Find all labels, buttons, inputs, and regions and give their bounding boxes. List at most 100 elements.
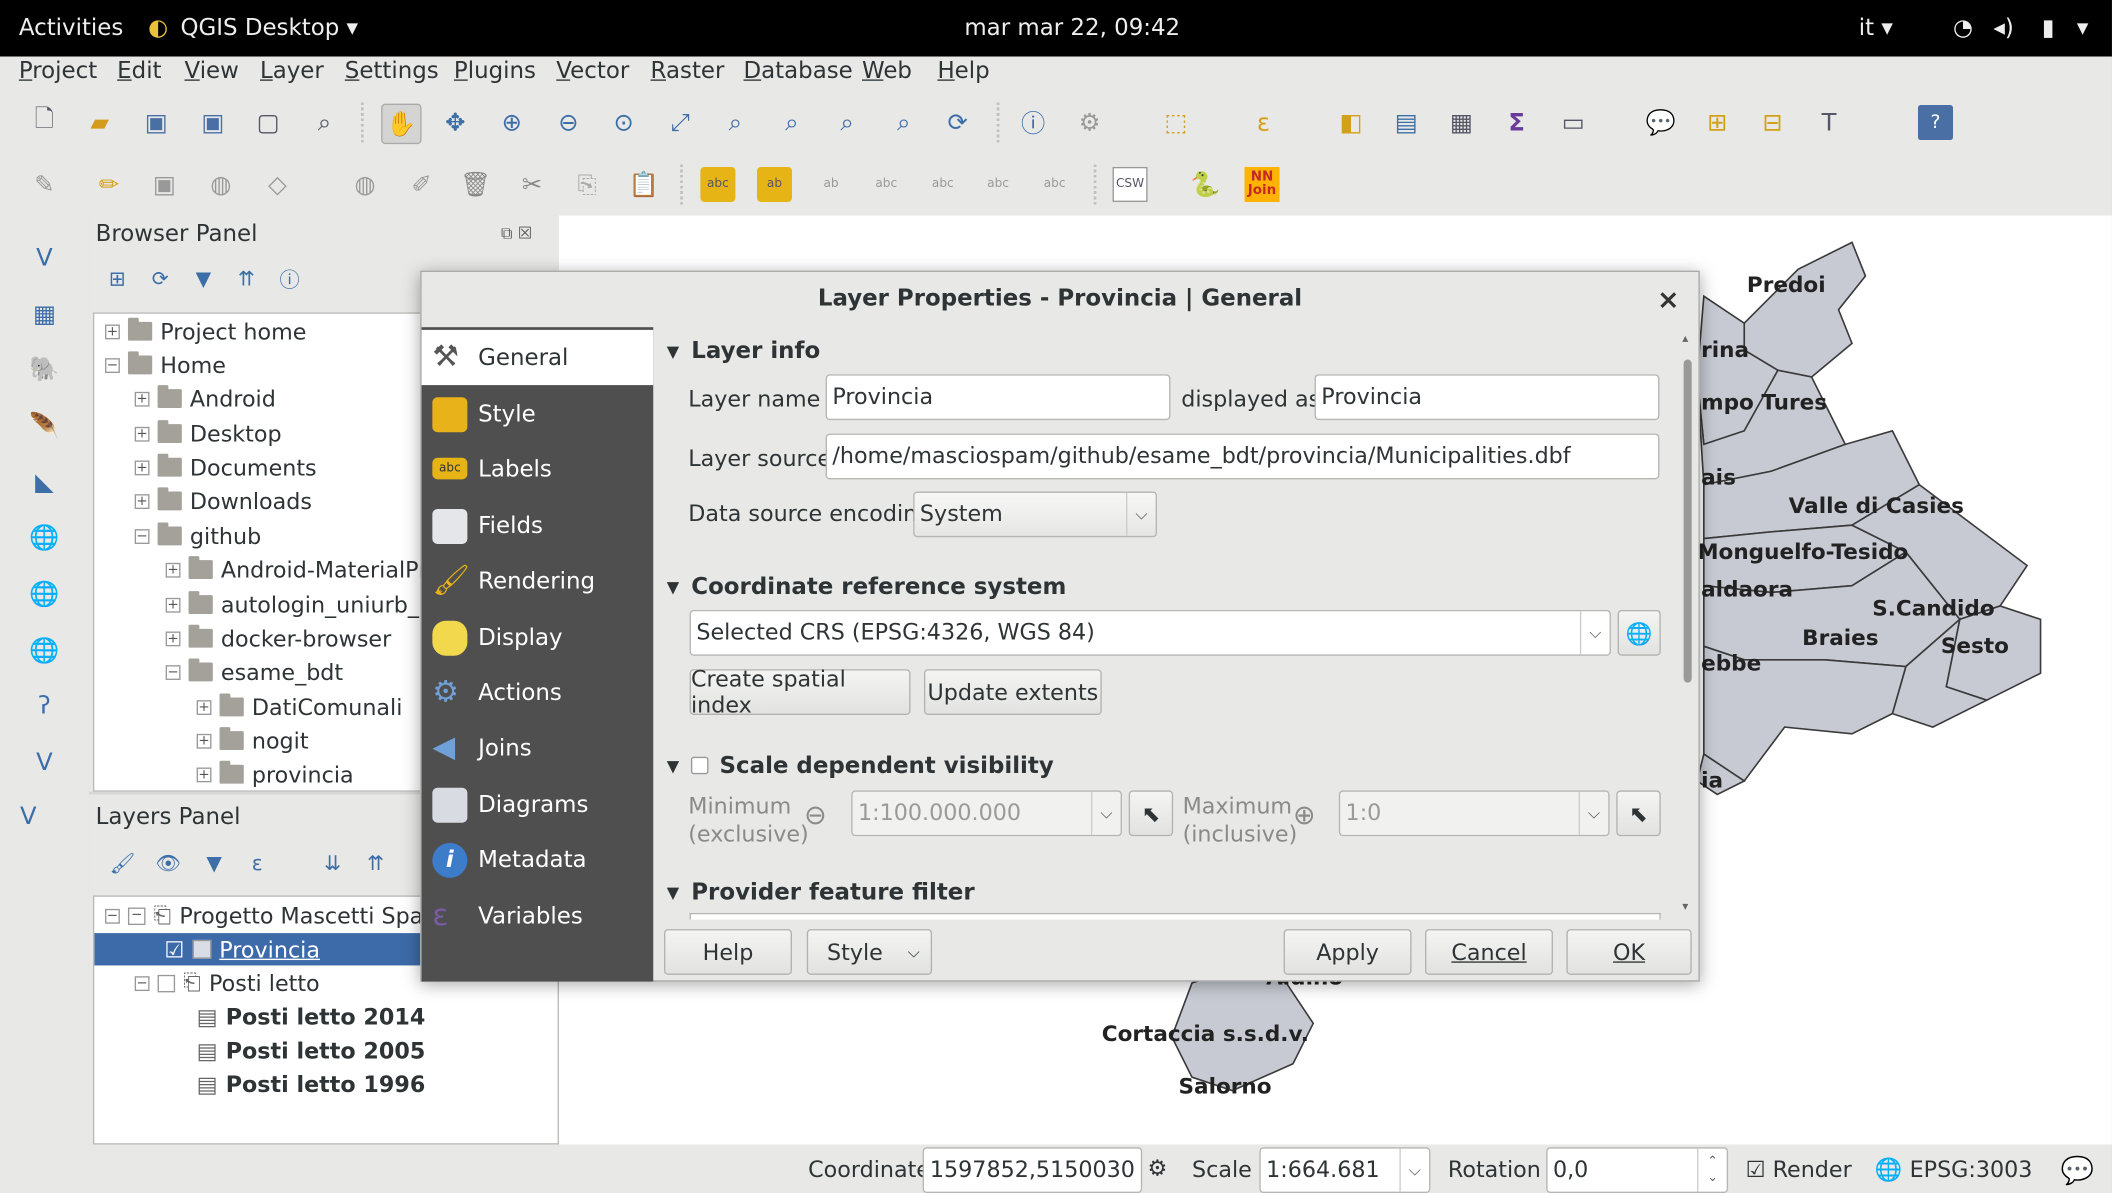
- pin-labels-icon[interactable]: ab: [756, 166, 792, 202]
- select-by-expression-icon[interactable]: ε: [1246, 105, 1281, 140]
- layer-group-project[interactable]: − − ⎗ Progetto Mascetti Spa: [105, 899, 423, 931]
- whats-this-help-icon[interactable]: ?: [1917, 105, 1954, 141]
- tree-item-project-home[interactable]: + Project home: [105, 315, 306, 347]
- nav-actions[interactable]: ⚙ Actions: [422, 665, 654, 720]
- checkbox-checked-icon[interactable]: ☑: [164, 936, 184, 962]
- highlight-labels-icon[interactable]: abc: [869, 167, 904, 202]
- filter-by-expression-icon[interactable]: ε: [240, 846, 275, 881]
- section-layer-info[interactable]: Layer info: [667, 338, 820, 365]
- show-bookmarks-icon[interactable]: ⊟: [1755, 105, 1790, 140]
- python-console-icon[interactable]: 🐍: [1188, 167, 1223, 202]
- tree-item-autologin[interactable]: + autologin_uniurb_n: [165, 588, 433, 620]
- statistics-sigma-icon[interactable]: Σ: [1499, 105, 1534, 140]
- new-shapefile-icon[interactable]: V: [11, 798, 46, 833]
- tree-item-esame-bdt[interactable]: − esame_bdt: [165, 656, 343, 688]
- add-feature-icon[interactable]: ◍: [203, 167, 238, 202]
- collapse-all-icon[interactable]: ⇈: [229, 261, 264, 296]
- layer-source-input[interactable]: /home/masciospam/github/esame_bdt/provin…: [825, 433, 1660, 480]
- messages-icon[interactable]: 💬: [2061, 1154, 2095, 1186]
- menu-layer[interactable]: Layer: [260, 58, 324, 85]
- layer-item-posti-letto-2014[interactable]: ▤ Posti letto 2014: [197, 1000, 426, 1032]
- tree-item-desktop[interactable]: + Desktop: [134, 417, 282, 449]
- wifi-icon[interactable]: ◔: [1953, 15, 1973, 42]
- cut-features-icon[interactable]: ✂: [515, 167, 550, 202]
- properties-info-icon[interactable]: ⓘ: [272, 261, 307, 296]
- toggle-extents-icon[interactable]: ⚙: [1148, 1155, 1168, 1181]
- maximum-scale-select[interactable]: 1:0 ⌵: [1338, 790, 1610, 837]
- current-edits-icon[interactable]: ✎: [27, 167, 62, 202]
- select-features-icon[interactable]: ⬚: [1158, 105, 1193, 140]
- style-menu-button[interactable]: Style ⌵: [806, 929, 933, 975]
- node-tool-icon[interactable]: ◇: [260, 167, 295, 202]
- layer-item-posti-letto-2005[interactable]: ▤ Posti letto 2005: [197, 1034, 426, 1066]
- menu-settings[interactable]: Settings: [345, 58, 439, 85]
- create-spatial-index-button[interactable]: Create spatial index: [689, 667, 911, 718]
- tree-item-docker-browser[interactable]: + docker-browser: [165, 622, 391, 654]
- add-wms-layer-icon[interactable]: 🌐: [27, 520, 62, 555]
- tree-item-provincia[interactable]: + provincia: [196, 758, 354, 790]
- activities-button[interactable]: Activities: [19, 15, 123, 42]
- zoom-full-icon[interactable]: ⤢: [663, 105, 698, 140]
- add-postgis-layer-icon[interactable]: 🐘: [27, 351, 62, 386]
- text-annotation-icon[interactable]: T: [1812, 105, 1847, 140]
- ok-button[interactable]: OK: [1566, 929, 1692, 975]
- new-bookmark-icon[interactable]: ⊞: [1700, 105, 1735, 140]
- manage-themes-icon[interactable]: 👁: [151, 846, 186, 881]
- tree-item-downloads[interactable]: + Downloads: [134, 485, 312, 517]
- tree-item-nogit[interactable]: + nogit: [196, 724, 309, 756]
- show-hide-labels-icon[interactable]: ab: [814, 167, 849, 202]
- zoom-next-icon[interactable]: ⌕: [886, 105, 921, 140]
- composer-manager-icon[interactable]: ⌕: [307, 105, 342, 140]
- add-raster-layer-icon[interactable]: ▦: [27, 296, 62, 331]
- nnjoin-icon[interactable]: NN Join: [1244, 166, 1280, 202]
- coordinate-field[interactable]: 1597852,5150030: [922, 1147, 1143, 1193]
- content-scrollbar[interactable]: ▴ ▾: [1680, 333, 1696, 920]
- add-wfs-layer-icon[interactable]: 🌐: [27, 633, 62, 668]
- filter-legend-icon[interactable]: ▼: [197, 846, 232, 881]
- cancel-button[interactable]: Cancel: [1425, 929, 1553, 975]
- delete-selected-icon[interactable]: 🗑: [458, 167, 493, 202]
- clock[interactable]: mar mar 22, 09:42: [964, 15, 1180, 42]
- menu-raster[interactable]: Raster: [651, 58, 725, 85]
- move-feature-icon[interactable]: ◍: [348, 167, 383, 202]
- menu-database[interactable]: Database: [743, 58, 852, 85]
- layer-item-posti-letto-1996[interactable]: ▤ Posti letto 1996: [197, 1068, 426, 1100]
- battery-icon[interactable]: ▮: [2042, 15, 2055, 42]
- minimum-scale-select[interactable]: 1:100.000.000 ⌵: [851, 790, 1122, 837]
- nav-rendering[interactable]: 🖌 Rendering: [422, 553, 654, 608]
- nav-fields[interactable]: Fields: [422, 498, 654, 553]
- menu-edit[interactable]: Edit: [117, 58, 161, 85]
- update-extents-button[interactable]: Update extents: [923, 669, 1102, 715]
- refresh-browser-icon[interactable]: ⟳: [143, 261, 178, 296]
- node-edit-icon[interactable]: ✐: [404, 167, 439, 202]
- zoom-native-icon[interactable]: ⊙: [606, 105, 641, 140]
- system-menu-chevron-icon[interactable]: ▾: [2077, 15, 2089, 42]
- expand-all-icon[interactable]: ⇊: [315, 846, 350, 881]
- rotation-spinbox[interactable]: 0,0 ⌃ ⌄: [1546, 1147, 1729, 1193]
- set-max-scale-cursor-icon[interactable]: ⬉: [1616, 790, 1661, 837]
- tree-item-daticomunali[interactable]: + DatiComunali: [196, 691, 402, 723]
- tree-item-documents[interactable]: + Documents: [134, 451, 317, 483]
- section-provider-filter[interactable]: Provider feature filter: [667, 879, 974, 906]
- move-label-icon[interactable]: abc: [925, 167, 960, 202]
- displayed-as-field[interactable]: Provincia: [1314, 374, 1660, 421]
- csw-icon[interactable]: CSW: [1112, 166, 1148, 202]
- select-crs-globe-icon[interactable]: 🌐: [1617, 609, 1661, 656]
- change-label-icon[interactable]: abc: [1037, 167, 1072, 202]
- section-crs[interactable]: Coordinate reference system: [667, 574, 1066, 601]
- layer-group-posti-letto[interactable]: − ⎗ Posti letto: [134, 967, 320, 999]
- toggle-editing-icon[interactable]: ✏: [92, 167, 127, 202]
- add-selected-layers-icon[interactable]: ⊞: [100, 261, 135, 296]
- nav-general[interactable]: ⚒ General: [421, 329, 654, 386]
- field-calculator-icon[interactable]: ▦: [1444, 105, 1479, 140]
- nav-diagrams[interactable]: Diagrams: [422, 777, 654, 832]
- nav-joins[interactable]: ◀ Joins: [422, 720, 654, 775]
- zoom-last-icon[interactable]: ⌕: [830, 105, 865, 140]
- rotate-label-icon[interactable]: abc: [981, 167, 1016, 202]
- nav-variables[interactable]: ε Variables: [422, 889, 654, 944]
- zoom-out-icon[interactable]: ⊖: [551, 105, 586, 140]
- crs-status-button[interactable]: 🌐 EPSG:3003: [1875, 1157, 2033, 1184]
- menu-web[interactable]: Web: [862, 58, 912, 85]
- tree-item-android-materialpre[interactable]: + Android-MaterialPre: [165, 553, 440, 585]
- measure-icon[interactable]: ▭: [1556, 105, 1591, 140]
